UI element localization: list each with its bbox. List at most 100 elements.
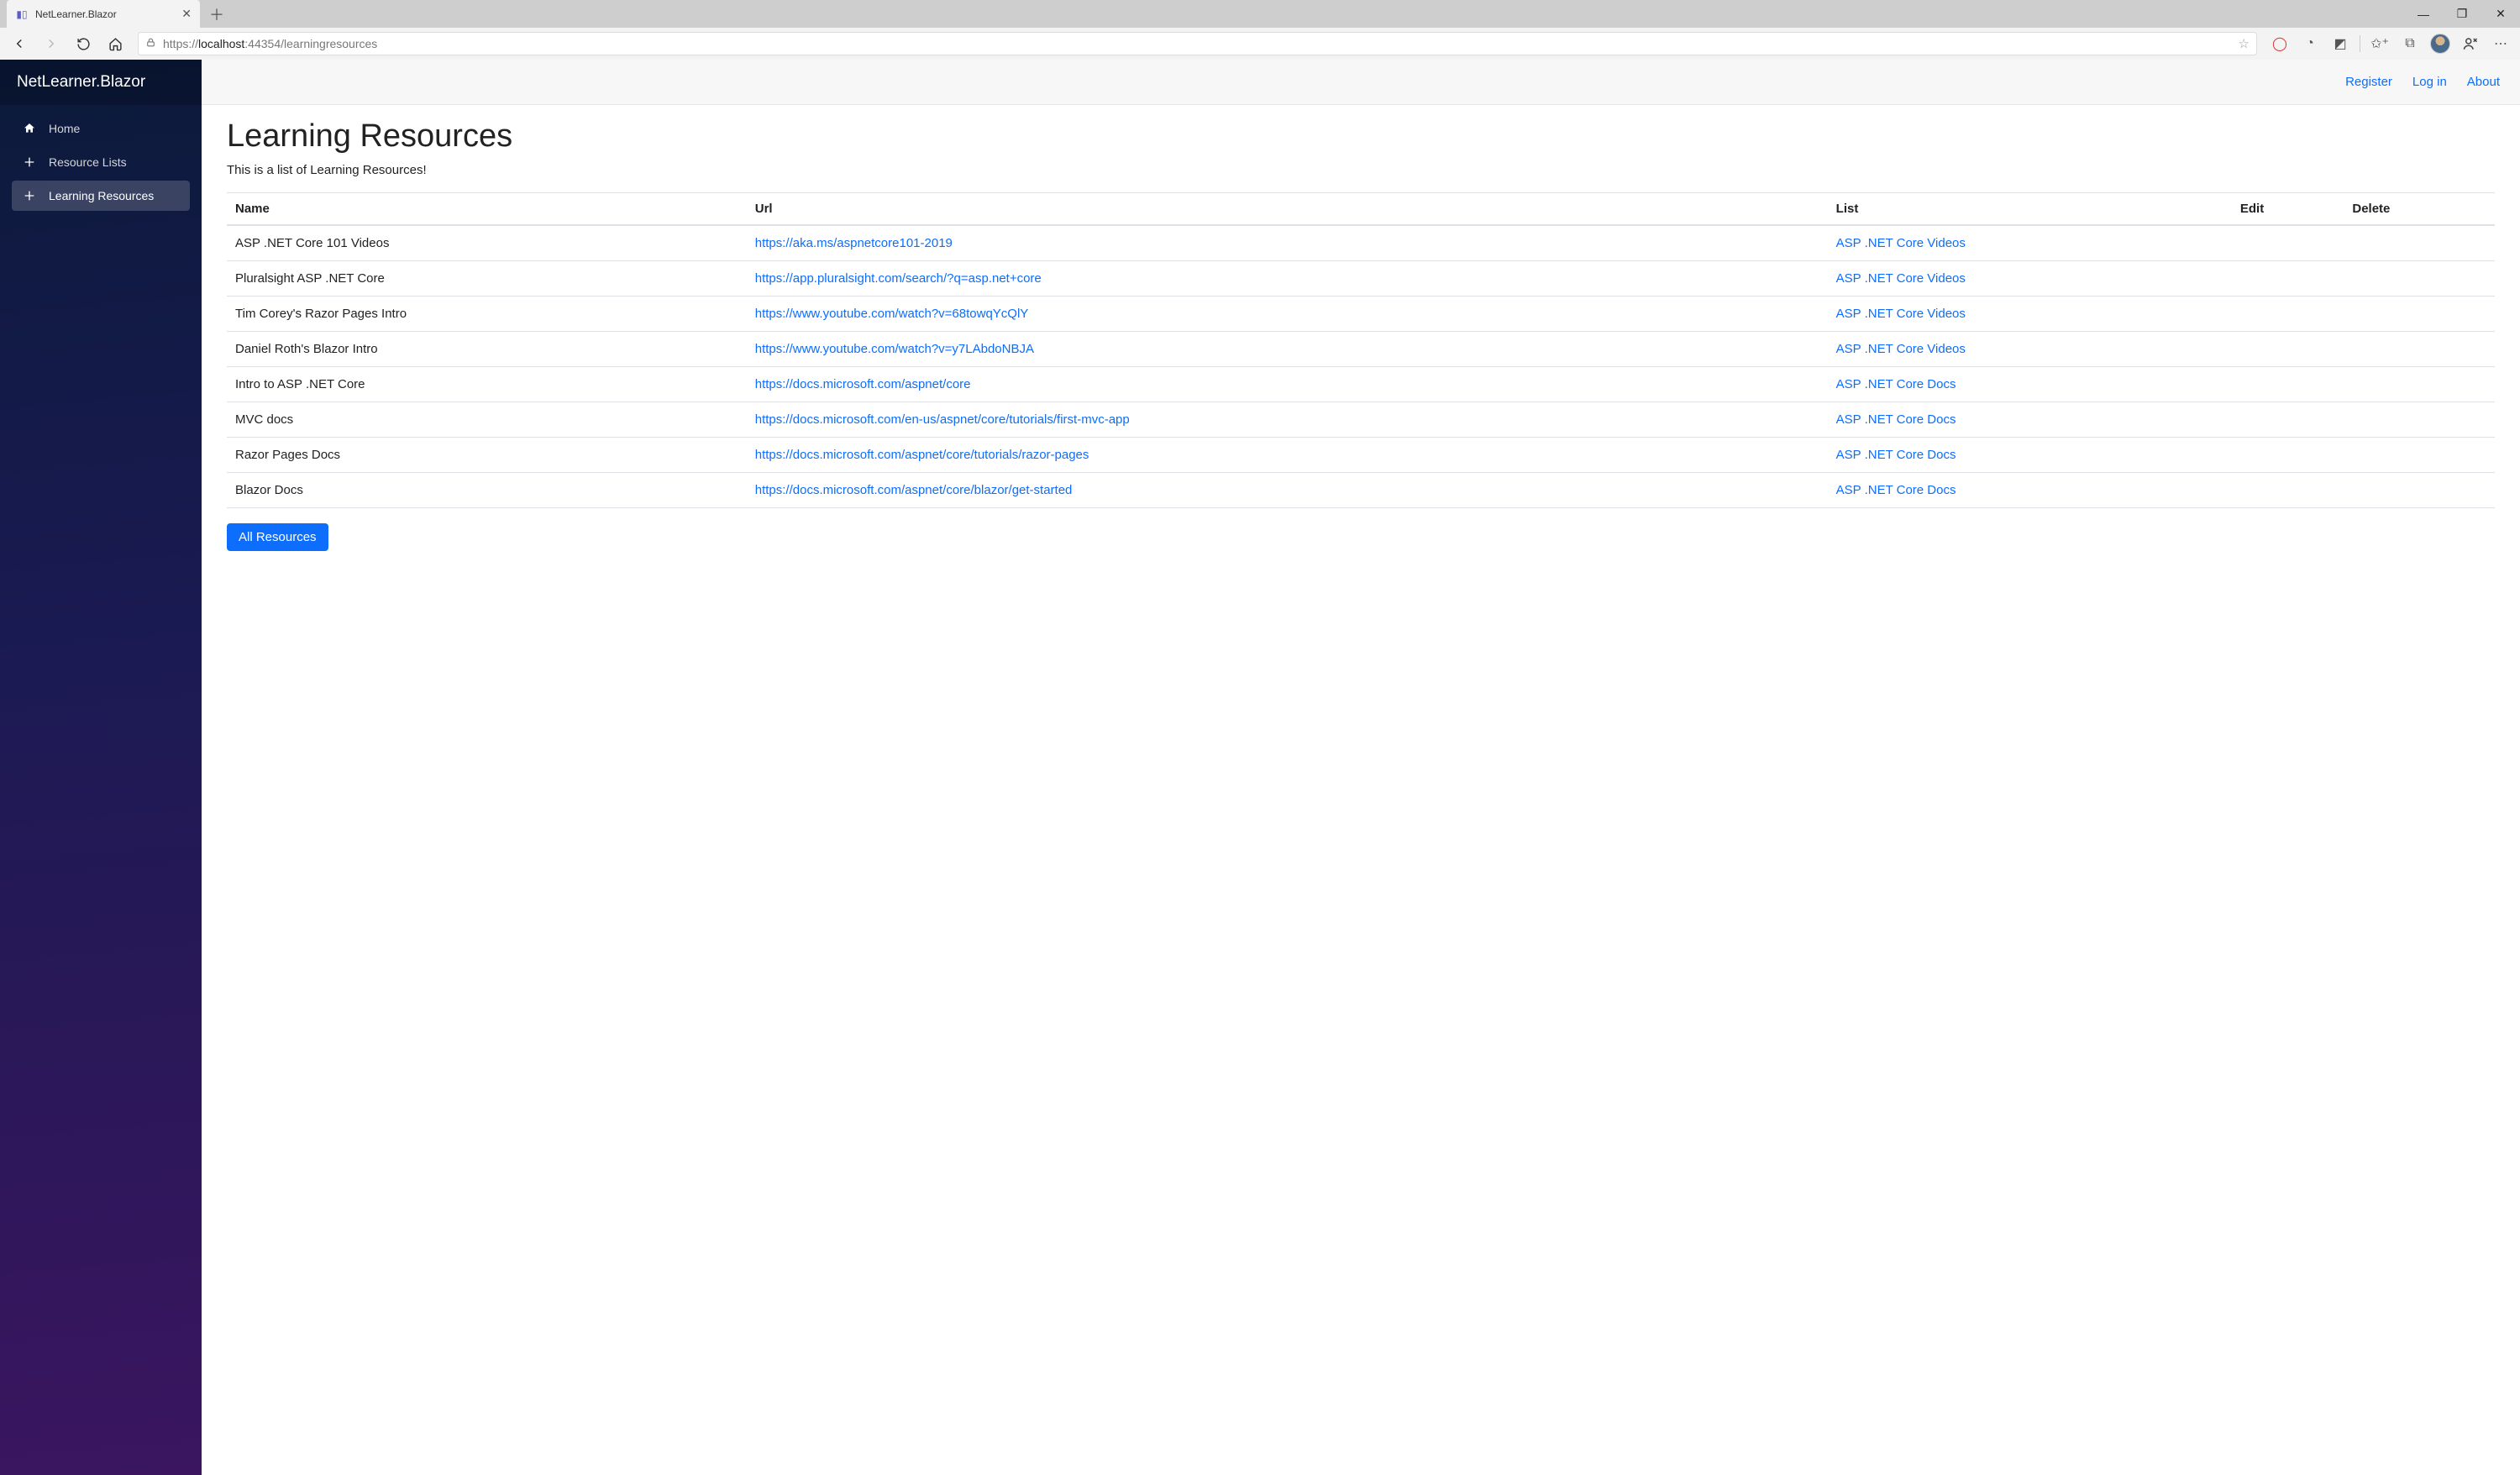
cell-delete [2344, 332, 2495, 367]
resource-url-link[interactable]: https://www.youtube.com/watch?v=68towqYc… [755, 307, 1029, 321]
new-tab-button[interactable]: ＋ [205, 3, 228, 26]
cell-list: ASP .NET Core Videos [1828, 297, 2232, 332]
cell-url: https://docs.microsoft.com/aspnet/core [747, 367, 1828, 402]
extension-person-icon[interactable] [2456, 29, 2485, 58]
tab-title: NetLearner.Blazor [35, 8, 175, 20]
register-link[interactable]: Register [2345, 75, 2392, 89]
back-button[interactable] [5, 29, 34, 58]
cell-url: https://www.youtube.com/watch?v=y7LAbdoN… [747, 332, 1828, 367]
resource-list-link[interactable]: ASP .NET Core Docs [1836, 483, 1956, 497]
browser-tab[interactable]: ▮▯ NetLearner.Blazor ✕ [7, 0, 200, 28]
cell-edit [2232, 402, 2344, 438]
cell-delete [2344, 297, 2495, 332]
cell-name: Tim Corey's Razor Pages Intro [227, 297, 747, 332]
cell-name: Blazor Docs [227, 473, 747, 508]
cell-delete [2344, 261, 2495, 297]
extension-generic-icon[interactable]: ◔ [2296, 29, 2324, 58]
cell-delete [2344, 367, 2495, 402]
resource-url-link[interactable]: https://docs.microsoft.com/aspnet/core/b… [755, 483, 1073, 497]
resource-url-link[interactable]: https://docs.microsoft.com/aspnet/core/t… [755, 448, 1089, 462]
favorites-icon[interactable]: ✩⁺ [2365, 29, 2394, 58]
refresh-button[interactable] [69, 29, 97, 58]
cell-list: ASP .NET Core Videos [1828, 261, 2232, 297]
cell-edit [2232, 438, 2344, 473]
cell-url: https://aka.ms/aspnetcore101-2019 [747, 225, 1828, 261]
table-row: Intro to ASP .NET Core https://docs.micro… [227, 367, 2495, 402]
topbar: Register Log in About [202, 60, 2520, 105]
cell-list: ASP .NET Core Docs [1828, 473, 2232, 508]
forward-button [37, 29, 66, 58]
cell-list: ASP .NET Core Videos [1828, 225, 2232, 261]
cell-name: MVC docs [227, 402, 747, 438]
resource-list-link[interactable]: ASP .NET Core Videos [1836, 342, 1966, 356]
more-menu-icon[interactable]: ⋯ [2486, 29, 2515, 58]
cell-edit [2232, 473, 2344, 508]
about-link[interactable]: About [2467, 75, 2500, 89]
favorite-star-icon[interactable]: ☆ [2239, 36, 2250, 51]
cell-list: ASP .NET Core Docs [1828, 438, 2232, 473]
tab-strip: ▮▯ NetLearner.Blazor ✕ ＋ — ❐ ✕ [0, 0, 2520, 28]
plus-icon [22, 189, 37, 202]
maximize-icon[interactable]: ❐ [2443, 0, 2481, 28]
cell-url: https://docs.microsoft.com/aspnet/core/b… [747, 473, 1828, 508]
cell-delete [2344, 225, 2495, 261]
table-header-row: Name Url List Edit Delete [227, 193, 2495, 226]
minimize-icon[interactable]: — [2404, 0, 2443, 28]
app-root: NetLearner.Blazor Home Resource Lists Lear… [0, 60, 2520, 1475]
content: Learning Resources This is a list of Lea… [202, 105, 2520, 576]
sidebar-item-resource-lists[interactable]: Resource Lists [12, 147, 190, 177]
sidebar-item-home[interactable]: Home [12, 113, 190, 144]
cell-delete [2344, 473, 2495, 508]
all-resources-button[interactable]: All Resources [227, 523, 328, 551]
collections-icon[interactable]: ⧉ [2396, 29, 2424, 58]
extension-adblock-icon[interactable]: ◯ [2265, 29, 2294, 58]
cell-list: ASP .NET Core Docs [1828, 402, 2232, 438]
cell-url: https://www.youtube.com/watch?v=68towqYc… [747, 297, 1828, 332]
address-bar[interactable]: https://localhost:44354/learningresource… [138, 32, 2257, 55]
resource-url-link[interactable]: https://docs.microsoft.com/aspnet/core [755, 377, 971, 391]
resource-url-link[interactable]: https://docs.microsoft.com/en-us/aspnet/… [755, 412, 1130, 427]
cell-delete [2344, 438, 2495, 473]
main: Register Log in About Learning Resources… [202, 60, 2520, 1475]
login-link[interactable]: Log in [2412, 75, 2447, 89]
sidebar-item-learning-resources[interactable]: Learning Resources [12, 181, 190, 211]
sidebar-item-label: Resource Lists [49, 155, 127, 169]
cell-url: https://app.pluralsight.com/search/?q=as… [747, 261, 1828, 297]
brand-title[interactable]: NetLearner.Blazor [0, 60, 202, 105]
resource-list-link[interactable]: ASP .NET Core Videos [1836, 307, 1966, 321]
plus-icon [22, 155, 37, 169]
cell-name: Daniel Roth's Blazor Intro [227, 332, 747, 367]
table-row: Pluralsight ASP .NET Corehttps://app.plu… [227, 261, 2495, 297]
col-name: Name [227, 193, 747, 226]
cell-edit [2232, 225, 2344, 261]
profile-avatar[interactable] [2426, 29, 2454, 58]
cell-edit [2232, 297, 2344, 332]
cell-edit [2232, 332, 2344, 367]
resources-table: Name Url List Edit Delete ASP .NET Core … [227, 192, 2495, 508]
cell-delete [2344, 402, 2495, 438]
toolbar-icons: ◯ ◔ ◩ ✩⁺ ⧉ ⋯ [2265, 29, 2515, 58]
resource-url-link[interactable]: https://aka.ms/aspnetcore101-2019 [755, 236, 953, 250]
resource-list-link[interactable]: ASP .NET Core Videos [1836, 236, 1966, 250]
home-button[interactable] [101, 29, 129, 58]
cell-url: https://docs.microsoft.com/en-us/aspnet/… [747, 402, 1828, 438]
resource-url-link[interactable]: https://app.pluralsight.com/search/?q=as… [755, 271, 1042, 286]
resource-list-link[interactable]: ASP .NET Core Docs [1836, 448, 1956, 462]
resource-list-link[interactable]: ASP .NET Core Docs [1836, 377, 1956, 391]
sidebar-item-label: Home [49, 122, 80, 135]
close-tab-icon[interactable]: ✕ [181, 7, 192, 21]
cell-list: ASP .NET Core Videos [1828, 332, 2232, 367]
close-window-icon[interactable]: ✕ [2481, 0, 2520, 28]
tab-favicon-icon: ▮▯ [15, 8, 29, 21]
table-row: Tim Corey's Razor Pages Intro https://www… [227, 297, 2495, 332]
cell-name: Intro to ASP .NET Core [227, 367, 747, 402]
sidebar-item-label: Learning Resources [49, 189, 154, 202]
page-subtitle: This is a list of Learning Resources! [227, 163, 2495, 177]
resource-list-link[interactable]: ASP .NET Core Docs [1836, 412, 1956, 427]
cell-edit [2232, 261, 2344, 297]
resource-list-link[interactable]: ASP .NET Core Videos [1836, 271, 1966, 286]
reading-pane-icon[interactable]: ◩ [2326, 29, 2355, 58]
cell-url: https://docs.microsoft.com/aspnet/core/t… [747, 438, 1828, 473]
resource-url-link[interactable]: https://www.youtube.com/watch?v=y7LAbdoN… [755, 342, 1034, 356]
sidebar: NetLearner.Blazor Home Resource Lists Lear… [0, 60, 202, 1475]
